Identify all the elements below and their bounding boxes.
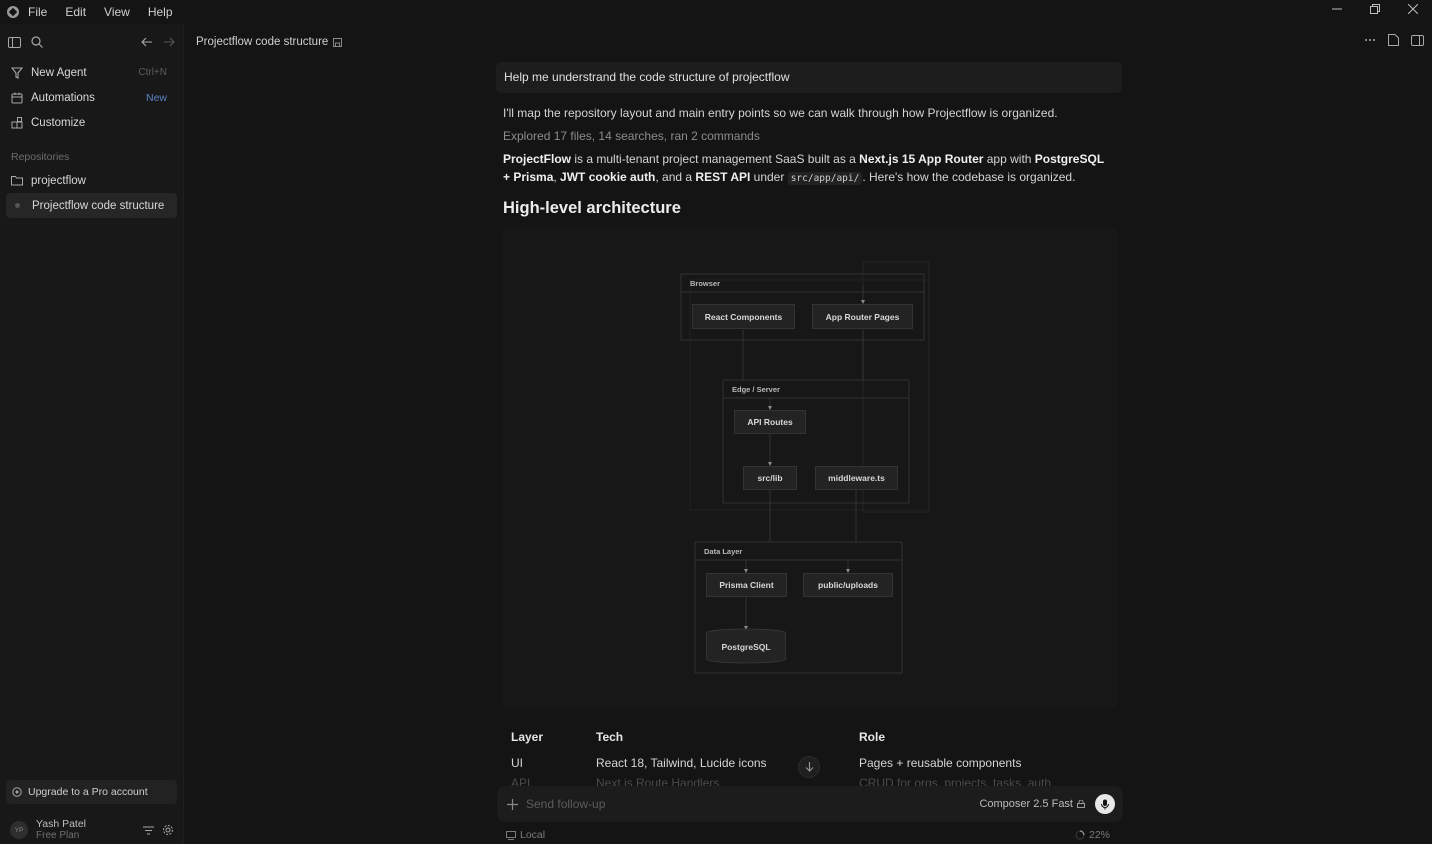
sidebar-item-projectflow[interactable]: projectflow xyxy=(0,168,177,193)
node-app-router-pages: App Router Pages xyxy=(812,304,913,329)
sidebar-toggle-icon[interactable] xyxy=(8,36,21,48)
user-name: Yash Patel xyxy=(36,818,87,830)
user-prompt: Help me understrand the code structure o… xyxy=(496,62,1122,93)
user-profile[interactable]: YP Yash Patel Free Plan xyxy=(0,816,184,844)
node-middleware: middleware.ts xyxy=(815,466,898,490)
header-actions xyxy=(1364,34,1424,46)
architecture-diagram: Browser Edge / Server Data Layer React C… xyxy=(503,228,1117,708)
sidebar: New Agent Ctrl+N Automations New Customi… xyxy=(0,24,184,844)
avatar: YP xyxy=(10,821,28,839)
node-src-lib: src/lib xyxy=(743,466,797,490)
window-controls xyxy=(1318,0,1432,18)
inline-code: src/app/api/ xyxy=(787,172,863,185)
close-icon[interactable] xyxy=(1394,0,1432,18)
sidebar-item-code-structure[interactable]: Projectflow code structure xyxy=(6,193,177,218)
sidebar-toolbar xyxy=(0,24,183,60)
node-postgresql: PostgreSQL xyxy=(706,634,786,659)
menu-bar: File Edit View Help xyxy=(0,0,1432,24)
node-api-routes: API Routes xyxy=(734,410,806,434)
progress-ring-icon xyxy=(1075,830,1085,840)
explored-summary[interactable]: Explored 17 files, 14 searches, ran 2 co… xyxy=(503,127,1113,145)
back-arrow-icon[interactable] xyxy=(141,37,153,47)
menu-file[interactable]: File xyxy=(19,0,56,24)
sidebar-item-new-agent[interactable]: New Agent Ctrl+N xyxy=(0,60,177,85)
agent-icon xyxy=(11,66,23,79)
follow-up-input[interactable] xyxy=(526,797,980,811)
group-data-label: Data Layer xyxy=(704,547,743,556)
filter-icon[interactable] xyxy=(143,826,154,835)
scroll-down-button[interactable] xyxy=(798,756,820,778)
section-heading: High-level architecture xyxy=(503,199,681,217)
save-icon[interactable] xyxy=(333,37,343,47)
gear-icon[interactable] xyxy=(162,824,174,836)
lock-icon xyxy=(1077,800,1085,808)
menu-edit[interactable]: Edit xyxy=(56,0,95,24)
menu-help[interactable]: Help xyxy=(139,0,182,24)
upgrade-icon xyxy=(12,787,22,797)
user-plan: Free Plan xyxy=(36,830,80,841)
more-icon[interactable] xyxy=(1364,34,1376,46)
upgrade-button[interactable]: Upgrade to a Pro account xyxy=(6,780,177,804)
widgets-icon xyxy=(11,116,23,129)
context-usage: 22% xyxy=(1075,829,1110,841)
microphone-icon xyxy=(1101,799,1109,809)
app-logo-icon xyxy=(7,6,19,18)
composer: Composer 2.5 Fast xyxy=(497,786,1123,822)
monitor-icon xyxy=(506,830,516,840)
environment-selector[interactable]: Local xyxy=(506,829,545,841)
folder-icon xyxy=(11,175,23,186)
restore-icon[interactable] xyxy=(1356,0,1394,18)
group-edge-label: Edge / Server xyxy=(732,385,780,394)
plus-icon[interactable] xyxy=(507,798,518,810)
sidebar-item-customize[interactable]: Customize xyxy=(0,110,177,135)
panel-toggle-icon[interactable] xyxy=(1411,34,1424,46)
conversation-title[interactable]: Projectflow code structure xyxy=(196,36,328,48)
table-header: Layer Tech Role xyxy=(511,730,886,744)
shortcut-hint: Ctrl+N xyxy=(138,67,167,78)
main-header: Projectflow code structure xyxy=(184,24,1432,60)
microphone-button[interactable] xyxy=(1095,794,1115,814)
new-badge: New xyxy=(145,91,167,104)
diagram-connectors xyxy=(680,261,930,674)
calendar-icon xyxy=(11,92,23,104)
model-selector[interactable]: Composer 2.5 Fast xyxy=(979,798,1085,810)
group-browser-label: Browser xyxy=(690,279,721,288)
forward-arrow-icon[interactable] xyxy=(163,37,175,47)
node-react-components: React Components xyxy=(692,304,795,329)
repositories-section-label: Repositories xyxy=(11,151,70,163)
minimize-icon[interactable] xyxy=(1318,0,1356,18)
menu-view[interactable]: View xyxy=(95,0,139,24)
assistant-intro: I'll map the repository layout and main … xyxy=(503,106,1058,120)
project-summary: ProjectFlow is a multi-tenant project ma… xyxy=(503,152,1104,185)
sidebar-item-automations[interactable]: Automations New xyxy=(0,85,177,110)
new-file-icon[interactable] xyxy=(1388,34,1399,46)
search-icon[interactable] xyxy=(31,36,43,48)
status-dot-icon xyxy=(15,203,20,208)
node-prisma-client: Prisma Client xyxy=(706,573,787,597)
node-public-uploads: public/uploads xyxy=(803,573,893,597)
arrow-down-icon xyxy=(805,762,813,772)
